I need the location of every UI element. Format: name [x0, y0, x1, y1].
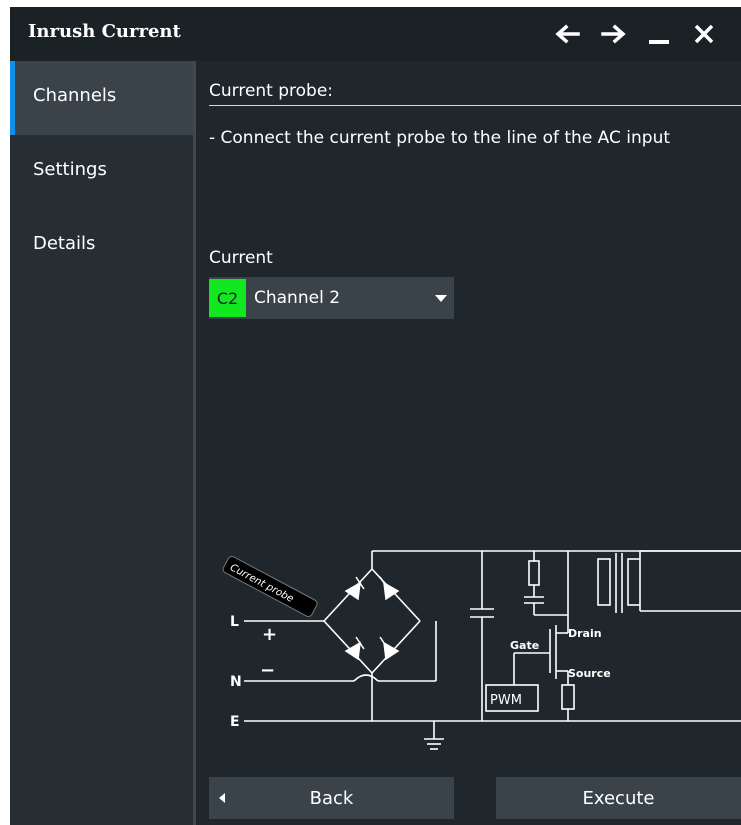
terminal-e: E: [230, 714, 240, 730]
channel-badge: C2: [209, 279, 246, 317]
chevron-down-icon: [435, 295, 447, 302]
select-value: Channel 2: [254, 288, 341, 308]
gate-label: Gate: [510, 639, 539, 652]
section-title: Current probe:: [209, 81, 334, 101]
main-panel: Current probe: - Connect the current pro…: [196, 61, 741, 825]
minus-sign: −: [260, 660, 275, 681]
minimize-icon[interactable]: [642, 17, 676, 51]
sidebar-item-settings[interactable]: Settings: [10, 135, 193, 209]
plus-sign: +: [262, 624, 277, 645]
circuit-diagram: Current probe L N E + − Gate Drain Sourc…: [222, 550, 741, 750]
sidebar-item-details[interactable]: Details: [10, 209, 193, 283]
section-divider: [209, 105, 741, 106]
back-button-label: Back: [309, 788, 354, 809]
inrush-current-dialog: Inrush Current Channels Settings Details…: [10, 7, 741, 825]
sidebar-item-label: Settings: [33, 159, 107, 180]
sidebar: Channels Settings Details: [10, 61, 193, 825]
current-channel-select[interactable]: C2 Channel 2: [209, 277, 454, 319]
sidebar-item-label: Details: [33, 233, 96, 254]
arrow-right-icon[interactable]: [597, 17, 631, 51]
terminal-n: N: [230, 674, 242, 690]
arrow-left-icon[interactable]: [550, 17, 584, 51]
instruction-text: - Connect the current probe to the line …: [209, 128, 671, 148]
back-button[interactable]: Back: [209, 777, 454, 819]
close-icon[interactable]: [687, 17, 721, 51]
dialog-title: Inrush Current: [28, 21, 181, 42]
drain-label: Drain: [568, 627, 602, 640]
probe-label: Current probe: [228, 562, 295, 605]
title-bar: Inrush Current: [10, 7, 741, 61]
terminal-l: L: [230, 614, 239, 630]
sidebar-item-label: Channels: [33, 85, 117, 106]
execute-button[interactable]: Execute: [496, 777, 741, 819]
source-label: Source: [568, 667, 611, 680]
execute-button-label: Execute: [582, 788, 655, 809]
sidebar-item-channels[interactable]: Channels: [10, 61, 193, 135]
pwm-label: PWM: [490, 693, 522, 708]
current-label: Current: [209, 248, 273, 268]
